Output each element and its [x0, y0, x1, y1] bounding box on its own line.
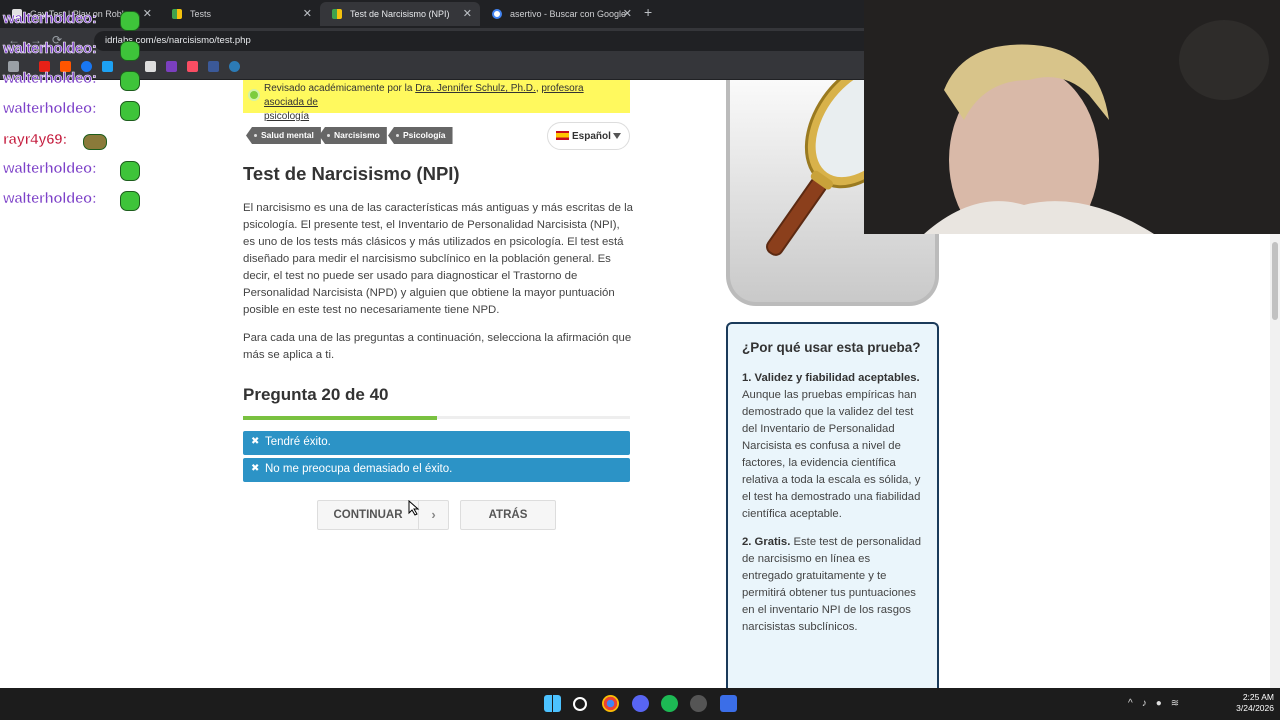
roblox-taskbar-icon[interactable]	[720, 695, 737, 712]
answer-option-1[interactable]: ✖ Tendré éxito.	[243, 431, 630, 455]
bookmark-icon[interactable]	[208, 61, 219, 72]
tab-google[interactable]: asertivo - Buscar con Google ✕	[480, 2, 640, 26]
streamer-webcam-image	[864, 0, 1280, 234]
new-tab-button[interactable]: +	[644, 4, 652, 20]
google-favicon-icon	[492, 9, 502, 19]
clock-date: 3/24/2026	[1236, 703, 1274, 713]
close-tab-icon[interactable]: ✕	[143, 7, 152, 20]
chat-username: walterholdeo:	[3, 10, 98, 28]
close-tab-icon[interactable]: ✕	[303, 7, 312, 20]
tab-narcisismo[interactable]: Test de Narcisismo (NPI) ✕	[320, 2, 480, 26]
why-title: ¿Por qué usar esta prueba?	[742, 340, 921, 355]
option-label: No me preocupa demasiado el éxito.	[265, 463, 453, 475]
wifi-icon[interactable]: ≋	[1171, 698, 1188, 709]
tag-psicologia[interactable]: Psicología	[388, 127, 453, 144]
tab-tests[interactable]: Tests ✕	[160, 2, 320, 26]
chat-emote-icon	[120, 71, 140, 91]
chat-emote-icon	[120, 41, 140, 61]
option-label: Tendré éxito.	[265, 436, 331, 448]
chat-username: walterholdeo:	[3, 70, 98, 88]
review-prefix: Revisado académicamente por la	[264, 83, 416, 94]
tab-title: Tests	[190, 9, 212, 19]
settings-taskbar-icon[interactable]	[690, 695, 707, 712]
chat-emote-icon	[120, 11, 140, 31]
bookmark-icon[interactable]	[102, 61, 113, 72]
why-point-2: 2. Gratis. Este test de personalidad de …	[742, 534, 923, 636]
intro-paragraph: El narcisismo es una de las característi…	[243, 202, 633, 316]
tag-salud-mental[interactable]: Salud mental	[246, 127, 321, 144]
point-heading: 1. Validez y fiabilidad aceptables.	[742, 372, 920, 384]
windows-start-icon[interactable]	[544, 695, 561, 712]
instruction-paragraph: Para cada una de las preguntas a continu…	[243, 332, 632, 361]
bookmark-r-icon[interactable]	[166, 61, 177, 72]
reviewer-link[interactable]: Dra. Jennifer Schulz, Ph.D.	[415, 83, 536, 94]
tests-favicon-icon	[172, 9, 182, 19]
webcam-overlay	[864, 0, 1280, 234]
clock-time: 2:25 AM	[1242, 692, 1274, 702]
close-tab-icon[interactable]: ✕	[463, 7, 472, 20]
bookmark-icon[interactable]	[229, 61, 240, 72]
tag-narcisismo[interactable]: Narcisismo	[319, 127, 387, 144]
back-button[interactable]: ATRÁS	[460, 500, 556, 530]
microphone-icon[interactable]: ●	[1156, 698, 1171, 709]
taskbar-clock[interactable]: 2:25 AM 3/24/2026	[1224, 692, 1274, 714]
idrlabs-favicon-icon	[332, 9, 342, 19]
chat-emote-icon	[120, 191, 140, 211]
point-text: Este test de personalidad de narcisismo …	[742, 536, 921, 633]
point-heading: 2. Gratis.	[742, 536, 791, 548]
spotify-taskbar-icon[interactable]	[661, 695, 678, 712]
chat-emote-icon	[120, 161, 140, 181]
continue-label: CONTINUAR	[333, 509, 403, 521]
chat-emote-icon	[120, 101, 140, 121]
why-point-1: 1. Validez y fiabilidad aceptables. Aunq…	[742, 370, 923, 523]
reviewer-role-link-cont[interactable]: psicología	[264, 111, 309, 122]
question-counter: Pregunta 20 de 40	[243, 385, 389, 404]
chat-emote-icon	[83, 134, 107, 150]
answer-option-2[interactable]: ✖ No me preocupa demasiado el éxito.	[243, 458, 630, 482]
search-icon[interactable]	[573, 697, 587, 711]
chat-username: walterholdeo:	[3, 100, 98, 118]
verified-check-icon	[248, 89, 260, 101]
option-x-icon: ✖	[251, 463, 260, 474]
continue-button[interactable]: CONTINUAR ›	[317, 500, 449, 530]
tab-title: asertivo - Buscar con Google	[510, 9, 627, 19]
speaker-icon[interactable]: ♪	[1142, 698, 1156, 709]
chat-username: rayr4y69:	[3, 131, 68, 149]
language-label: Español	[572, 131, 611, 142]
music-bookmark-icon[interactable]	[187, 61, 198, 72]
url-field[interactable]: idrlabs.com/es/narcisismo/test.php	[94, 31, 874, 51]
language-selector[interactable]: Español	[547, 122, 630, 150]
chevron-right-icon: ›	[418, 501, 448, 529]
close-tab-icon[interactable]: ✕	[623, 7, 632, 20]
mouse-cursor-icon	[408, 500, 420, 516]
chat-username: walterholdeo:	[3, 190, 98, 208]
tab-title: Test de Narcisismo (NPI)	[350, 9, 450, 19]
progress-fill	[243, 416, 437, 420]
page-title: Test de Narcisismo (NPI)	[243, 163, 460, 184]
chevron-down-icon	[613, 133, 621, 139]
point-text: Aunque las pruebas empíricas han demostr…	[742, 389, 921, 520]
why-use-box: ¿Por qué usar esta prueba? 1. Validez y …	[726, 322, 939, 692]
chrome-taskbar-icon[interactable]	[602, 695, 619, 712]
discord-taskbar-icon[interactable]	[632, 695, 649, 712]
chat-username: walterholdeo:	[3, 40, 98, 58]
chat-username: walterholdeo:	[3, 160, 98, 178]
option-x-icon: ✖	[251, 436, 260, 447]
system-tray[interactable]: ^♪●≋	[1128, 698, 1188, 709]
mail-bookmark-icon[interactable]	[145, 61, 156, 72]
academic-review-banner: Revisado académicamente por la Dra. Jenn…	[243, 80, 630, 122]
spain-flag-icon	[556, 131, 569, 140]
scrollbar-thumb[interactable]	[1272, 242, 1278, 320]
chevron-up-icon[interactable]: ^	[1128, 698, 1142, 709]
